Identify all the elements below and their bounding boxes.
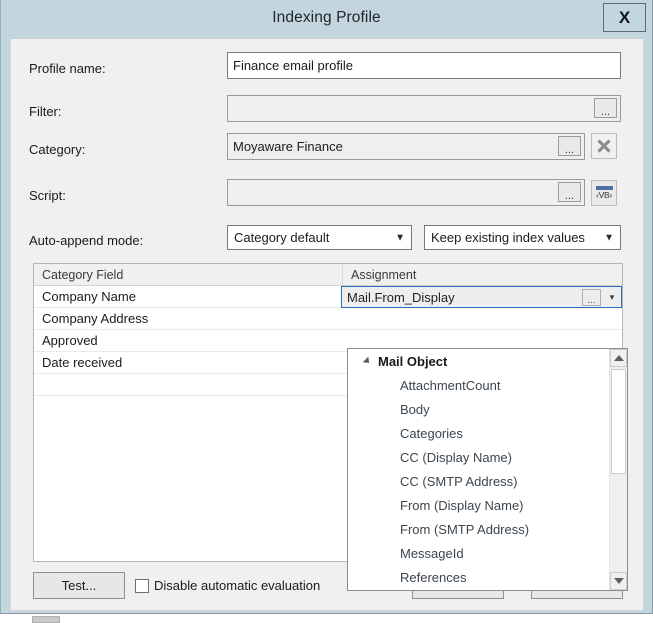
assignment-dropdown-popup[interactable]: Mail Object AttachmentCount Body Categor…: [347, 348, 628, 591]
dropdown-item[interactable]: Categories: [348, 421, 610, 445]
category-label: Category:: [29, 142, 86, 157]
auto-append-mode-label: Auto-append mode:: [29, 233, 144, 248]
taskbar-fragment: [32, 616, 60, 623]
dialog-client-area: Profile name: Finance email profile Filt…: [10, 38, 644, 611]
category-clear-button[interactable]: [591, 133, 617, 159]
cell-category-field: Company Name: [42, 289, 136, 304]
dropdown-item-label: Body: [400, 401, 430, 417]
test-button[interactable]: Test...: [33, 572, 125, 599]
dropdown-item[interactable]: From (SMTP Address): [348, 517, 610, 541]
filter-browse-button[interactable]: ...: [594, 98, 617, 118]
dropdown-item[interactable]: CC (SMTP Address): [348, 469, 610, 493]
category-browse-button[interactable]: ...: [558, 136, 581, 156]
dropdown-item-label: Mail Object: [378, 353, 448, 369]
index-values-value: Keep existing index values: [431, 230, 585, 245]
chevron-down-icon: ▼: [604, 232, 614, 243]
dropdown-item-label: From (SMTP Address): [400, 521, 530, 537]
ellipsis-icon: ...: [600, 106, 611, 118]
cell-category-field: Approved: [42, 333, 98, 348]
assignment-editor-cell[interactable]: Mail.From_Display ... ▾: [341, 286, 622, 308]
profile-name-label: Profile name:: [29, 61, 106, 76]
script-browse-button[interactable]: ...: [558, 182, 581, 202]
index-values-select[interactable]: Keep existing index values ▼: [424, 225, 621, 250]
chevron-down-icon: ▾: [609, 291, 615, 302]
triangle-up-icon: [613, 355, 624, 361]
dropdown-item[interactable]: Body: [348, 397, 610, 421]
checkbox-label: Disable automatic evaluation: [154, 578, 321, 593]
assignment-dropdown-toggle[interactable]: ▾: [603, 287, 621, 307]
scroll-up-button[interactable]: [610, 349, 627, 367]
window-title: Indexing Profile: [272, 9, 381, 26]
ellipsis-icon: ...: [587, 294, 596, 306]
close-icon: X: [618, 7, 631, 27]
disable-automatic-evaluation-checkbox[interactable]: Disable automatic evaluation: [135, 578, 320, 593]
dropdown-item[interactable]: Sent: [348, 589, 610, 590]
dropdown-item[interactable]: From (Display Name): [348, 493, 610, 517]
grid-header-row: Category Field Assignment: [34, 264, 622, 286]
dropdown-group-mail-object[interactable]: Mail Object: [348, 349, 610, 373]
table-row[interactable]: Company Address: [34, 308, 622, 330]
filter-input[interactable]: [227, 95, 621, 122]
ellipsis-icon: ...: [564, 144, 575, 156]
close-button[interactable]: X: [603, 3, 646, 32]
dropdown-item-label: AttachmentCount: [400, 377, 501, 393]
assignment-input[interactable]: Mail.From_Display: [342, 290, 582, 305]
column-header-assignment[interactable]: Assignment: [343, 264, 622, 285]
column-header-category-field[interactable]: Category Field: [34, 264, 343, 285]
category-input[interactable]: Moyaware Finance: [227, 133, 585, 160]
profile-name-input[interactable]: Finance email profile: [227, 52, 621, 79]
dropdown-item-label: Categories: [400, 425, 463, 441]
scroll-down-button[interactable]: [610, 572, 627, 590]
close-x-icon: [597, 139, 611, 153]
dialog-window: Indexing Profile X Profile name: Finance…: [0, 0, 653, 614]
assignment-browse-button[interactable]: ...: [582, 288, 601, 306]
script-label: Script:: [29, 188, 66, 203]
cell-category-field: Date received: [42, 355, 123, 370]
dropdown-list: Mail Object AttachmentCount Body Categor…: [348, 349, 610, 590]
vb-script-icon-label: ‹VB›: [596, 190, 612, 200]
dropdown-item-label: CC (SMTP Address): [400, 473, 518, 489]
auto-append-mode-select[interactable]: Category default ▼: [227, 225, 412, 250]
dropdown-scrollbar[interactable]: [609, 349, 627, 590]
dropdown-item-label: References: [400, 569, 467, 585]
dropdown-item[interactable]: CC (Display Name): [348, 445, 610, 469]
script-input[interactable]: [227, 179, 585, 206]
triangle-down-icon: [613, 578, 624, 584]
expander-collapse-icon[interactable]: [362, 356, 372, 366]
ellipsis-icon: ...: [564, 190, 575, 202]
dropdown-item[interactable]: MessageId: [348, 541, 610, 565]
checkbox-box[interactable]: [135, 578, 149, 593]
dropdown-item[interactable]: References: [348, 565, 610, 589]
dropdown-item-label: From (Display Name): [400, 497, 524, 513]
title-bar: Indexing Profile X: [1, 0, 652, 40]
filter-label: Filter:: [29, 104, 62, 119]
cell-category-field: Company Address: [42, 311, 149, 326]
scrollbar-thumb[interactable]: [611, 369, 626, 474]
script-editor-button[interactable]: ‹VB›: [591, 180, 617, 206]
dropdown-item-label: MessageId: [400, 545, 464, 561]
auto-append-mode-value: Category default: [234, 230, 330, 245]
dropdown-item-label: CC (Display Name): [400, 449, 512, 465]
chevron-down-icon: ▼: [395, 232, 405, 243]
dropdown-item[interactable]: AttachmentCount: [348, 373, 610, 397]
